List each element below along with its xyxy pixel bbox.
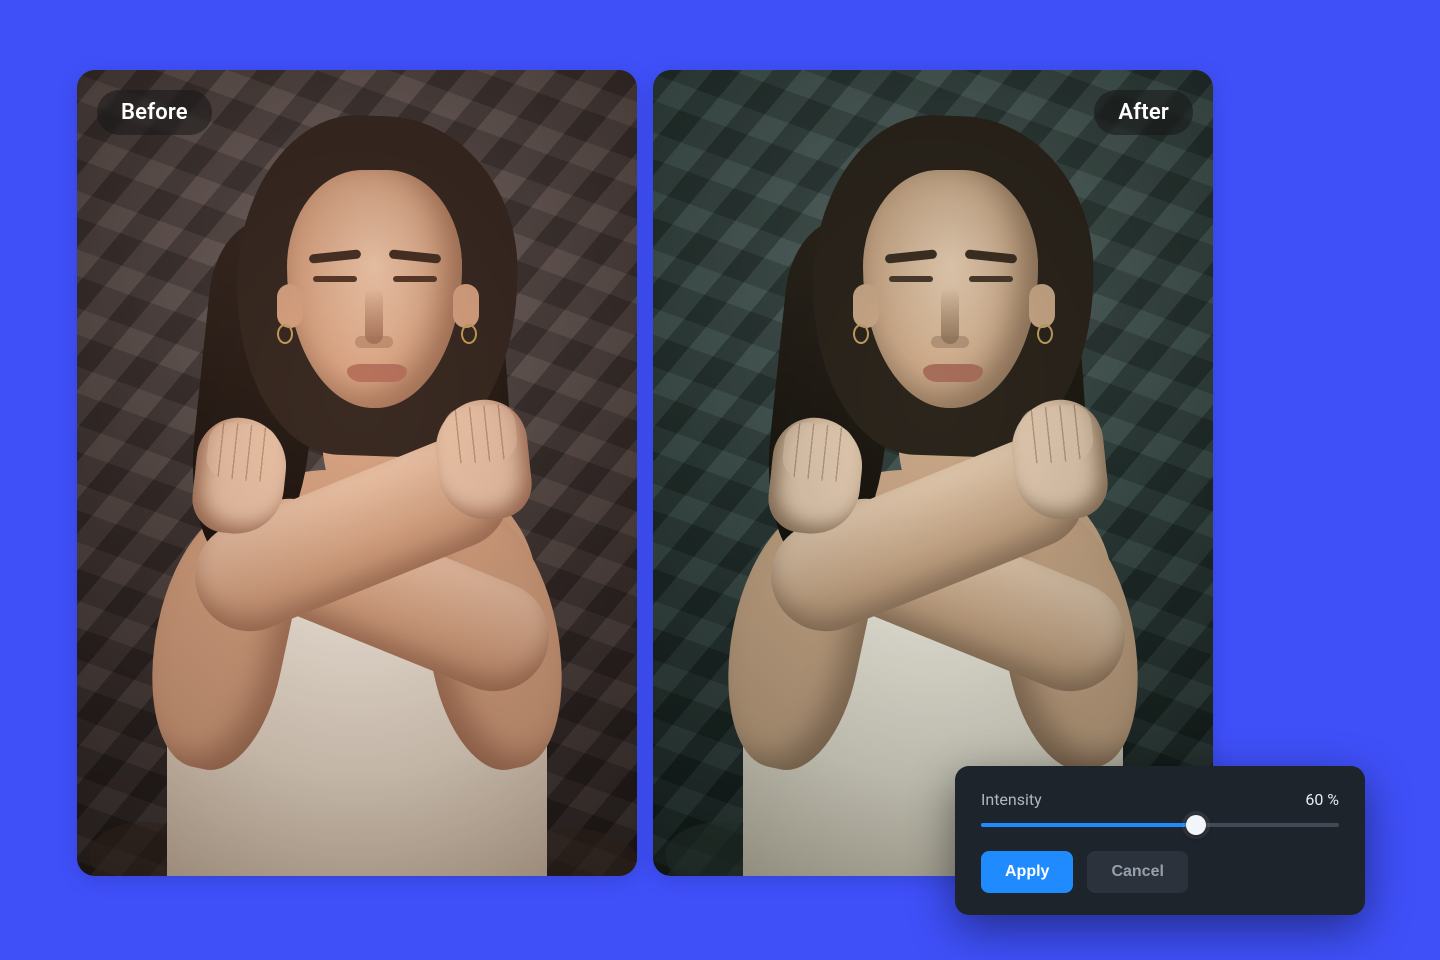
cancel-button[interactable]: Cancel [1087, 851, 1187, 893]
after-badge: After [1094, 90, 1193, 135]
before-image-panel: Before [77, 70, 637, 876]
after-image-panel: After [653, 70, 1213, 876]
intensity-label: Intensity [981, 790, 1042, 809]
before-badge: Before [97, 90, 212, 135]
before-image [77, 70, 637, 876]
intensity-slider-thumb[interactable] [1186, 815, 1206, 835]
before-after-compare: Before After [77, 70, 1213, 876]
intensity-slider[interactable] [981, 823, 1339, 827]
intensity-value: 60 % [1305, 790, 1339, 809]
apply-button[interactable]: Apply [981, 851, 1073, 893]
intensity-slider-fill [981, 823, 1196, 827]
intensity-control-card: Intensity 60 % Apply Cancel [955, 766, 1365, 915]
after-image [653, 70, 1213, 876]
